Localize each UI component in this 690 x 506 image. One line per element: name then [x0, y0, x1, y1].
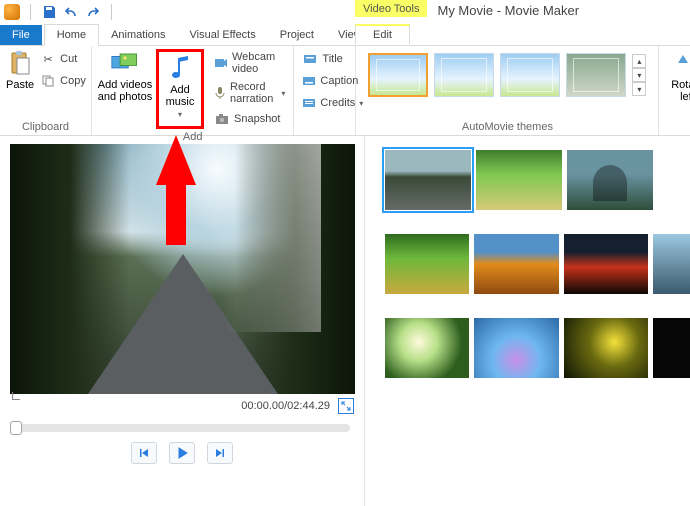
copy-label: Copy — [60, 75, 86, 87]
cut-button[interactable]: ✂ Cut — [38, 49, 88, 69]
app-logo — [4, 4, 20, 20]
timeline-clip[interactable] — [476, 150, 562, 210]
prev-frame-button[interactable] — [131, 442, 157, 464]
group-themes: AutoMovie themes — [362, 119, 652, 134]
automovie-theme[interactable] — [434, 53, 494, 97]
rotate-left-button[interactable]: Rotate left — [665, 49, 690, 103]
undo-icon[interactable] — [63, 4, 79, 20]
photos-icon — [111, 49, 139, 77]
copy-button[interactable]: Copy — [38, 71, 88, 91]
narration-button[interactable]: Record narration ▾ — [212, 79, 287, 107]
music-note-icon — [166, 54, 194, 82]
timeline-clip[interactable] — [474, 234, 558, 294]
play-button[interactable] — [169, 442, 195, 464]
scroll-up-icon[interactable]: ▴ — [632, 54, 646, 68]
webcam-icon — [214, 55, 228, 71]
caption-icon — [302, 73, 316, 89]
caption-button[interactable]: Caption — [300, 71, 349, 91]
automovie-theme[interactable] — [500, 53, 560, 97]
timeline[interactable] — [365, 136, 690, 506]
time-display: 00:00.00/02:44.29 — [241, 400, 330, 412]
tab-home[interactable]: Home — [44, 24, 99, 46]
add-music-button[interactable]: Add music ▾ — [161, 54, 199, 119]
fullscreen-button[interactable] — [338, 398, 354, 414]
timeline-clip[interactable] — [653, 234, 690, 294]
title-button[interactable]: Title — [300, 49, 349, 69]
copy-icon — [40, 73, 56, 89]
redo-icon[interactable] — [85, 4, 101, 20]
timeline-clip[interactable] — [474, 318, 558, 378]
rotate-left-label: Rotate left — [671, 79, 690, 103]
snapshot-label: Snapshot — [234, 113, 280, 125]
cut-label: Cut — [60, 53, 77, 65]
save-icon[interactable] — [41, 4, 57, 20]
resize-handle-icon[interactable] — [12, 392, 20, 400]
automovie-theme[interactable] — [566, 53, 626, 97]
separator — [111, 4, 112, 20]
timeline-clip[interactable] — [385, 234, 469, 294]
add-videos-label: Add videos and photos — [98, 79, 152, 103]
chevron-down-icon: ▾ — [178, 110, 182, 119]
timeline-clip[interactable] — [567, 150, 653, 210]
webcam-label: Webcam video — [232, 51, 285, 75]
preview-canvas[interactable] — [10, 144, 355, 394]
group-clipboard: Clipboard — [6, 119, 85, 134]
chevron-down-icon: ▾ — [281, 89, 285, 98]
window-title: My Movie - Movie Maker — [437, 0, 579, 21]
timeline-clip[interactable] — [385, 150, 471, 210]
seek-slider[interactable] — [10, 424, 350, 432]
contextual-tab-label: Video Tools — [355, 0, 427, 17]
credits-button[interactable]: Credits▾ — [300, 93, 349, 113]
credits-label: Credits — [320, 97, 355, 109]
narration-label: Record narration — [230, 81, 277, 105]
timeline-clip[interactable] — [653, 318, 690, 378]
tab-visual-effects[interactable]: Visual Effects — [178, 25, 268, 45]
add-music-label: Add music — [166, 84, 195, 108]
scissors-icon: ✂ — [40, 51, 56, 67]
paste-button[interactable]: Paste — [6, 49, 34, 91]
tab-file[interactable]: File — [0, 25, 42, 45]
seek-thumb[interactable] — [10, 421, 22, 435]
add-videos-button[interactable]: Add videos and photos — [98, 49, 152, 129]
webcam-button[interactable]: Webcam video — [212, 49, 287, 77]
tab-animations[interactable]: Animations — [99, 25, 177, 45]
timeline-clip[interactable] — [385, 318, 469, 378]
automovie-theme[interactable] — [368, 53, 428, 97]
tab-project[interactable]: Project — [268, 25, 326, 45]
paste-label: Paste — [6, 79, 34, 91]
timeline-clip[interactable] — [564, 234, 648, 294]
expand-icon[interactable]: ▾ — [632, 82, 646, 96]
credits-icon — [302, 95, 316, 111]
camera-icon — [214, 111, 230, 127]
mic-icon — [214, 85, 226, 101]
caption-label: Caption — [320, 75, 358, 87]
snapshot-button[interactable]: Snapshot — [212, 109, 287, 129]
separator — [30, 4, 31, 20]
tab-edit[interactable]: Edit — [355, 24, 410, 44]
timeline-clip[interactable] — [564, 318, 648, 378]
rotate-left-icon — [673, 49, 690, 77]
title-label: Title — [322, 53, 342, 65]
title-icon — [302, 51, 318, 67]
scroll-down-icon[interactable]: ▾ — [632, 68, 646, 82]
clipboard-icon — [6, 49, 34, 77]
next-frame-button[interactable] — [207, 442, 233, 464]
